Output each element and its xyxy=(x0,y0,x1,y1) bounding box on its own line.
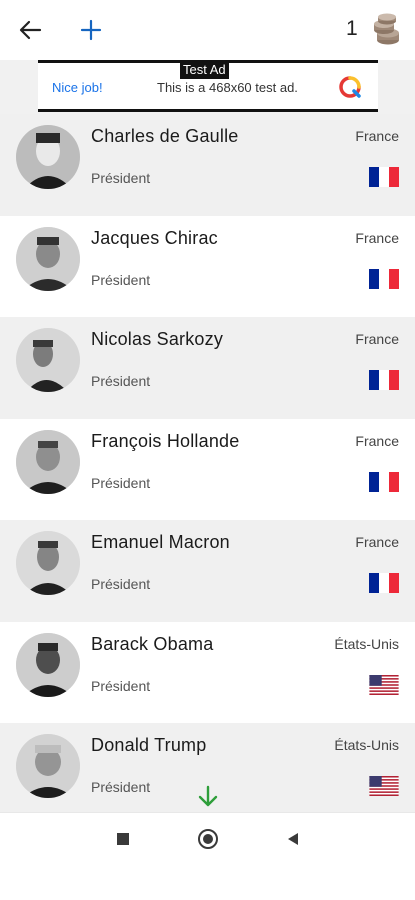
leader-name: Charles de Gaulle xyxy=(91,126,239,146)
avatar xyxy=(16,328,80,392)
nav-back-icon[interactable] xyxy=(286,832,300,846)
leader-name: Barack Obama xyxy=(91,633,214,654)
avatar xyxy=(16,531,80,595)
top-app-bar: 1 xyxy=(0,0,415,60)
leader-role: Président xyxy=(91,576,151,592)
ad-tag: Test Ad xyxy=(180,61,229,79)
list-item[interactable]: Jacques Chirac Président France xyxy=(0,215,415,317)
leader-role: Président xyxy=(91,271,151,288)
leader-country: France xyxy=(355,128,399,144)
list-item[interactable]: Emanuel Macron Président France xyxy=(0,520,415,622)
add-icon[interactable] xyxy=(76,14,106,46)
leaders-list: Charles de Gaulle Président France Jacqu… xyxy=(0,114,415,825)
ad-container: Test Ad Nice job! This is a 468x60 test … xyxy=(0,60,415,114)
leader-country: France xyxy=(355,331,399,347)
list-item[interactable]: François Hollande Président France xyxy=(0,418,415,520)
leader-role: Président xyxy=(91,170,151,186)
scroll-down-arrow-icon[interactable] xyxy=(196,784,220,810)
leader-country: France xyxy=(355,229,399,246)
ad-text: This is a 468x60 test ad. xyxy=(157,80,298,95)
avatar xyxy=(16,734,80,798)
recent-apps-icon[interactable] xyxy=(117,833,129,845)
usa-flag-icon xyxy=(368,674,400,695)
list-item[interactable]: Barack Obama Président États-Unis xyxy=(0,621,415,723)
system-navigation-bar xyxy=(0,812,415,864)
home-icon[interactable] xyxy=(198,829,218,849)
leader-name: Nicolas Sarkozy xyxy=(91,329,224,349)
leader-country: France xyxy=(355,432,399,449)
france-flag-icon xyxy=(368,573,400,593)
avatar xyxy=(16,632,80,697)
france-flag-icon xyxy=(368,471,400,492)
leader-name: Donald Trump xyxy=(91,735,207,755)
ad-banner[interactable]: Test Ad Nice job! This is a 468x60 test … xyxy=(38,60,378,112)
ad-logo-icon[interactable] xyxy=(338,75,362,99)
coin-count: 1 xyxy=(346,17,358,40)
leader-role: Président xyxy=(91,474,151,491)
leader-country: États-Unis xyxy=(334,737,399,753)
leader-name: François Hollande xyxy=(91,430,240,451)
leader-name: Emanuel Macron xyxy=(91,532,230,552)
france-flag-icon xyxy=(368,268,400,289)
coins-stack-icon[interactable] xyxy=(371,13,401,47)
france-flag-icon xyxy=(368,370,400,390)
france-flag-icon xyxy=(368,167,400,187)
leader-role: Président xyxy=(91,779,151,795)
avatar xyxy=(16,125,80,189)
leader-country: États-Unis xyxy=(334,635,399,652)
avatar xyxy=(16,226,80,291)
leader-role: Président xyxy=(91,373,151,389)
leader-role: Président xyxy=(91,677,151,694)
leader-name: Jacques Chirac xyxy=(91,227,218,248)
usa-flag-icon xyxy=(368,776,400,796)
ad-headline[interactable]: Nice job! xyxy=(52,80,103,95)
back-arrow-icon[interactable] xyxy=(14,14,46,46)
leader-country: France xyxy=(355,534,399,550)
list-item[interactable]: Charles de Gaulle Président France xyxy=(0,114,415,216)
list-item[interactable]: Nicolas Sarkozy Président France xyxy=(0,317,415,419)
avatar xyxy=(16,429,80,494)
